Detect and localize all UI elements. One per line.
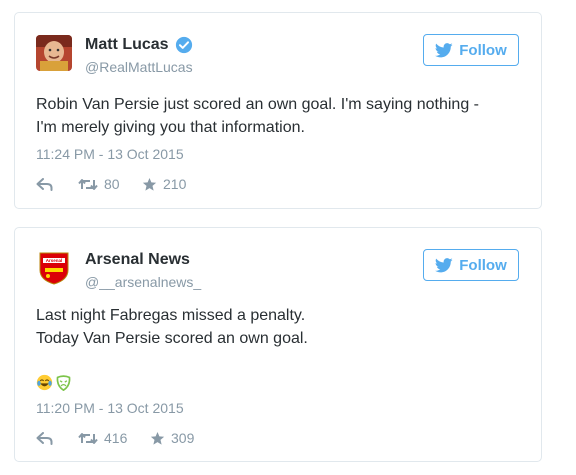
tweet-actions: 80 210 — [36, 176, 186, 192]
star-icon — [142, 177, 157, 191]
favorite-button[interactable]: 210 — [142, 176, 186, 192]
tweet-card: Matt Lucas @RealMattLucas Follow Robin V… — [14, 12, 542, 209]
emoji-row — [36, 374, 72, 391]
author-name[interactable]: Arsenal News — [85, 251, 190, 269]
tweet-timestamp[interactable]: 11:20 PM - 13 Oct 2015 — [36, 400, 184, 416]
favorite-button[interactable]: 309 — [150, 430, 194, 446]
tweet-text: Last night Fabregas missed a penalty. To… — [36, 307, 308, 347]
author-handle[interactable]: @__arsenalnews_ — [85, 274, 201, 290]
author-name-text[interactable]: Matt Lucas — [85, 36, 169, 54]
retweet-button[interactable]: 416 — [78, 430, 150, 446]
reply-icon — [36, 177, 53, 191]
retweet-count: 80 — [104, 176, 120, 192]
reply-button[interactable] — [36, 431, 78, 445]
bird-icon — [435, 42, 453, 57]
reply-button[interactable] — [36, 177, 78, 191]
retweet-icon — [78, 178, 98, 190]
author-name-text[interactable]: Arsenal News — [85, 251, 190, 269]
follow-label: Follow — [459, 41, 507, 59]
follow-label: Follow — [459, 256, 507, 274]
author-name[interactable]: Matt Lucas — [85, 36, 193, 54]
favorite-count: 309 — [171, 430, 195, 446]
author-handle[interactable]: @RealMattLucas — [85, 59, 193, 75]
bird-icon — [435, 257, 453, 272]
retweet-icon — [78, 432, 98, 444]
star-icon — [150, 431, 165, 445]
face-with-tears-of-joy-icon — [36, 374, 53, 391]
tweet-card: Arsenal Arsenal News @__arsenalnews_ Fol… — [14, 227, 542, 462]
arsenal-crest-icon: Arsenal — [36, 250, 72, 286]
verified-badge-icon — [175, 36, 192, 54]
reply-icon — [36, 431, 53, 445]
retweet-count: 416 — [104, 430, 128, 446]
avatar[interactable] — [36, 35, 72, 71]
favorite-count: 210 — [163, 176, 187, 192]
avatar[interactable]: Arsenal — [36, 250, 72, 286]
tweet-text: Robin Van Persie just scored an own goal… — [36, 96, 479, 136]
svg-text:Arsenal: Arsenal — [46, 258, 63, 263]
retweet-button[interactable]: 80 — [78, 176, 142, 192]
person-photo-icon — [36, 35, 72, 71]
follow-button[interactable]: Follow — [423, 34, 519, 66]
mask-face-icon — [56, 375, 71, 391]
tweet-actions: 416 309 — [36, 430, 194, 446]
tweet-timestamp[interactable]: 11:24 PM - 13 Oct 2015 — [36, 146, 184, 162]
follow-button[interactable]: Follow — [423, 249, 519, 281]
